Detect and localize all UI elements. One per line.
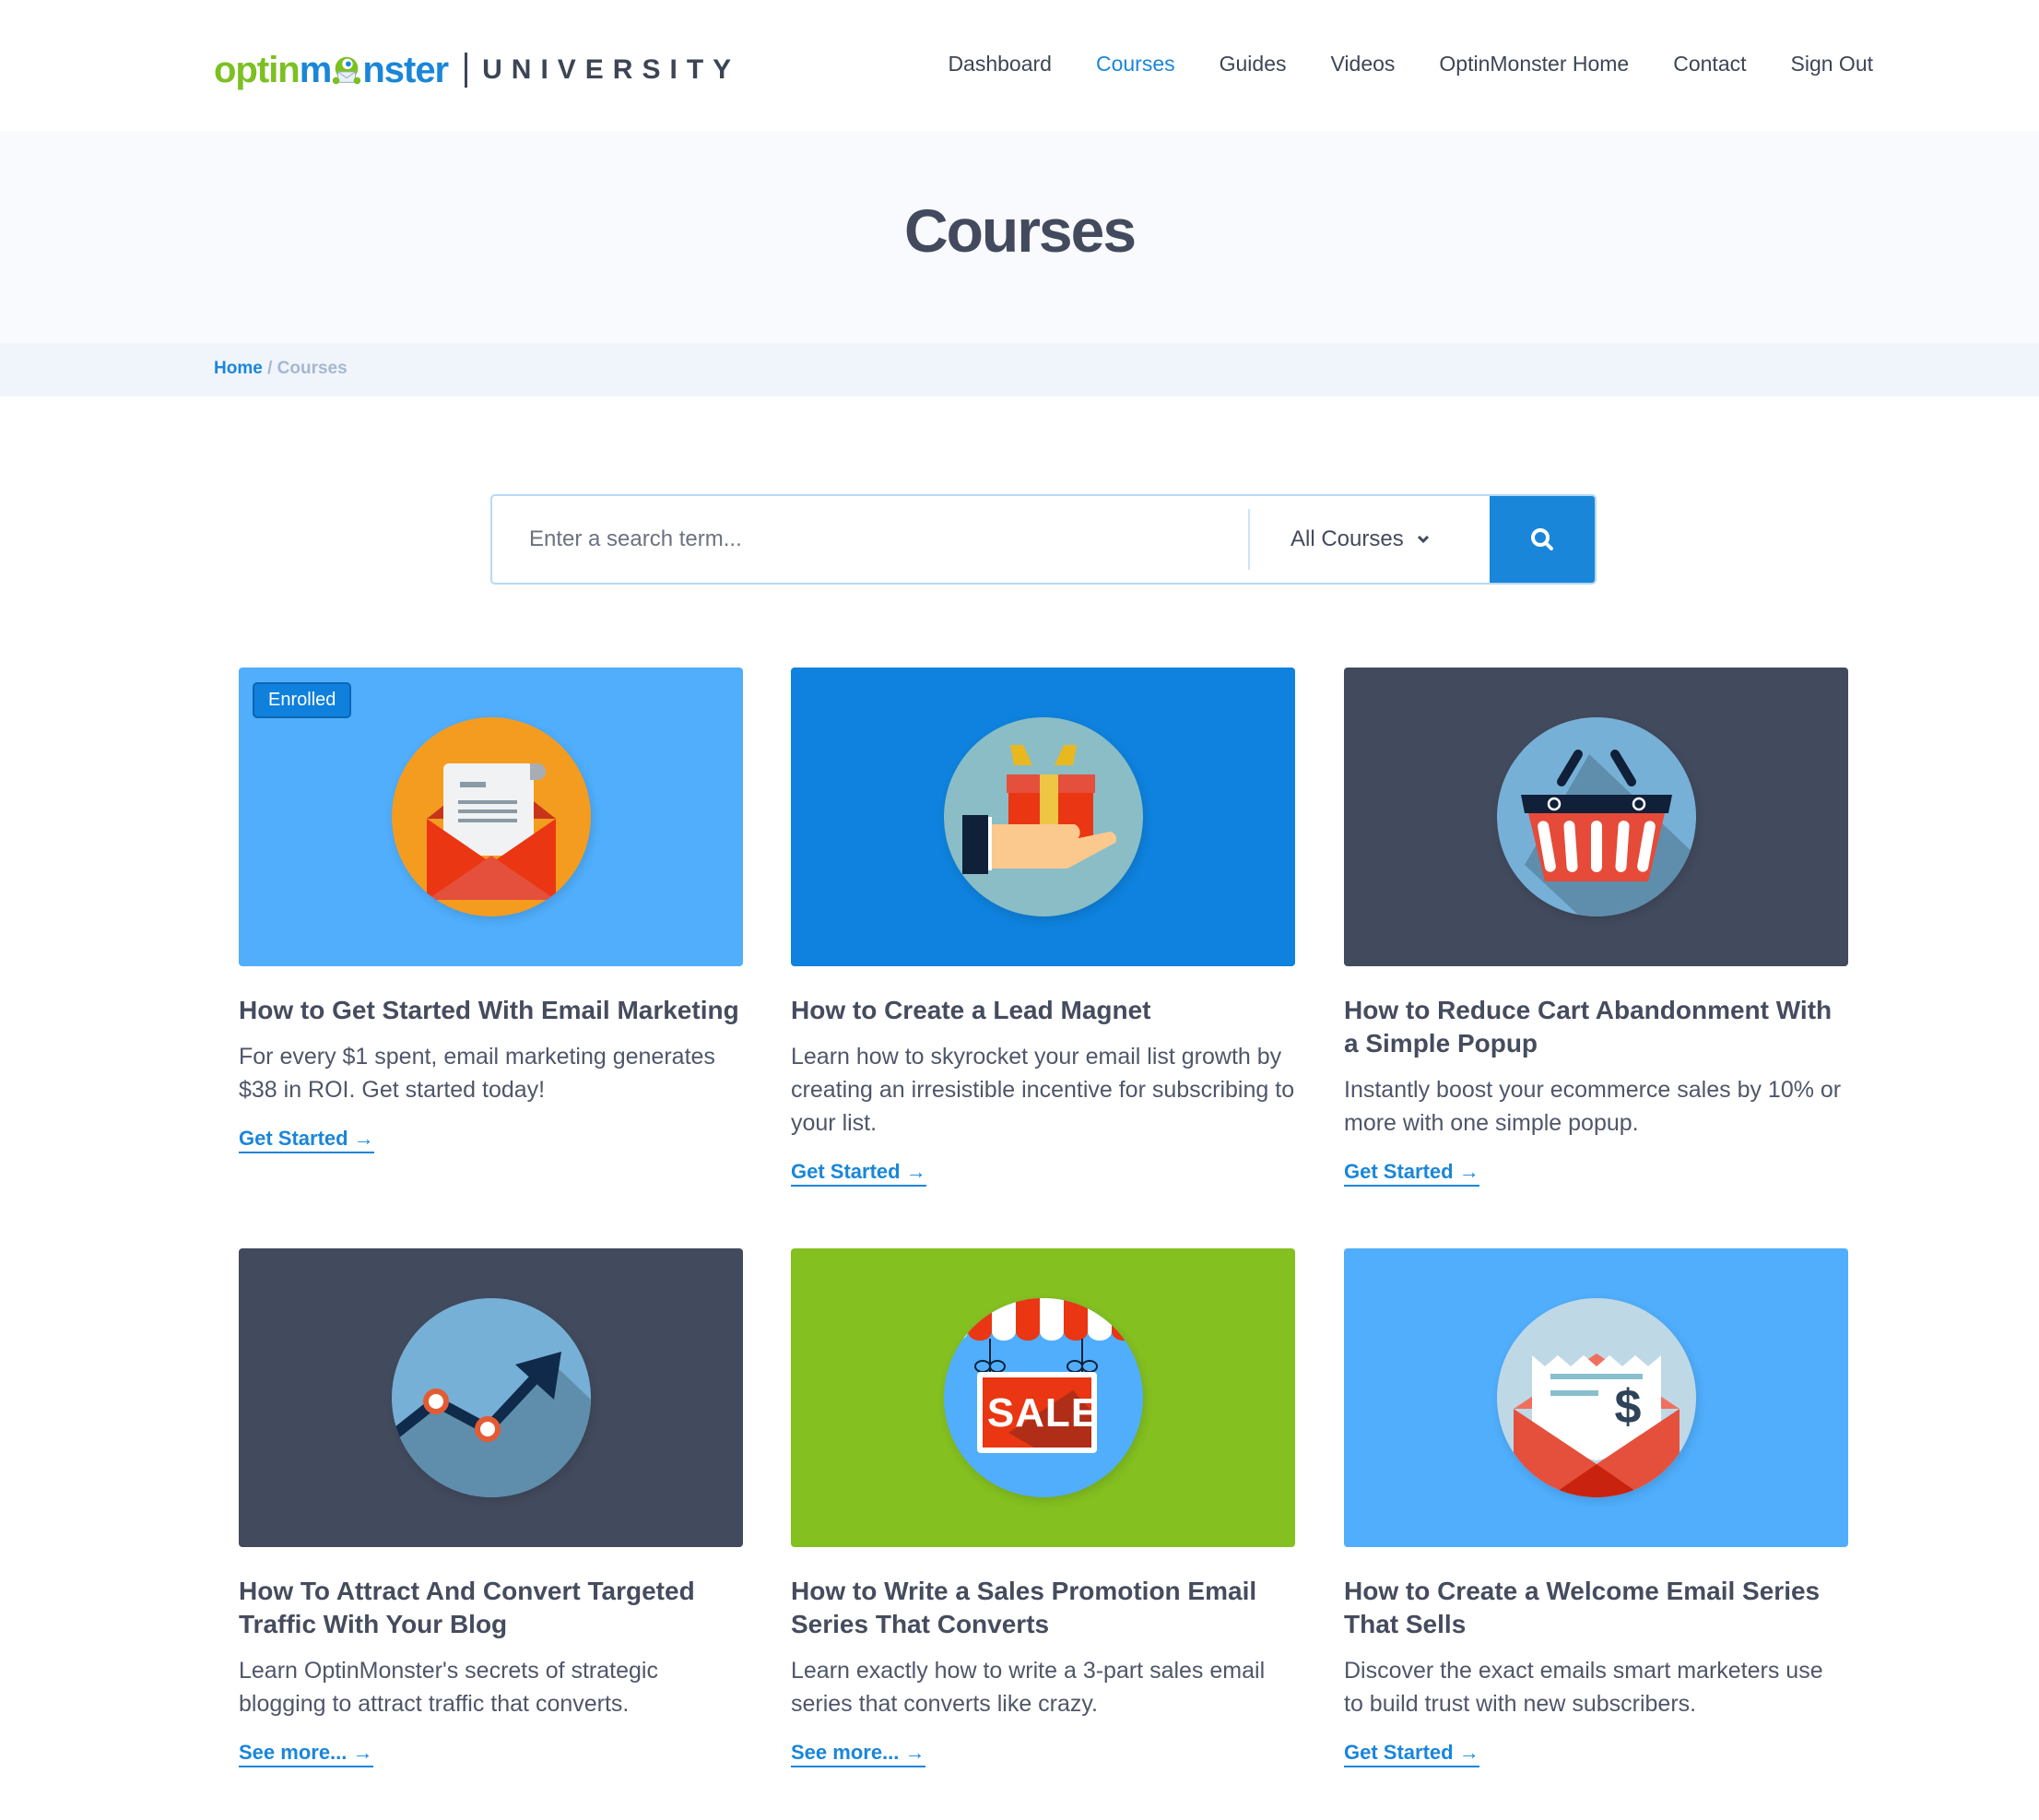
open-envelope-letter-icon: [391, 717, 591, 916]
course-description: Learn exactly how to write a 3-part sale…: [791, 1658, 1266, 1717]
course-description: Instantly boost your ecommerce sales by …: [1344, 1077, 1842, 1136]
enrolled-badge: Enrolled: [253, 682, 352, 718]
search-submit-button[interactable]: [1490, 496, 1595, 583]
logo-divider: [465, 53, 468, 88]
nav-videos[interactable]: Videos: [1331, 52, 1396, 77]
dollar-sign-text: $: [1614, 1380, 1642, 1434]
course-title[interactable]: How To Attract And Convert Targeted Traf…: [239, 1575, 743, 1641]
search-input[interactable]: [492, 496, 1248, 583]
course-image[interactable]: Enrolled: [239, 668, 743, 966]
site-header: optin m nster UNIVERSITY Dashboard Cours…: [0, 0, 2039, 131]
course-image[interactable]: $: [1344, 1248, 1848, 1547]
nav-sign-out[interactable]: Sign Out: [1791, 52, 1874, 77]
page-hero: Courses: [0, 131, 2039, 343]
envelope-receipt-dollar-icon: $: [1496, 1298, 1696, 1497]
nav-courses[interactable]: Courses: [1096, 52, 1175, 77]
course-card: Enrolled How to Get Started With Email M…: [239, 668, 743, 1153]
course-title[interactable]: How to Create a Lead Magnet: [791, 994, 1295, 1027]
logo-university-text: UNIVERSITY: [482, 54, 741, 85]
search-icon: [1531, 528, 1553, 550]
course-description: For every $1 spent, email marketing gene…: [239, 1044, 715, 1103]
breadcrumb: Home / Courses: [0, 343, 2039, 396]
get-started-link[interactable]: Get Started →: [1344, 1741, 1479, 1767]
course-title[interactable]: How to Create a Welcome Email Series Tha…: [1344, 1575, 1848, 1641]
course-title[interactable]: How to Write a Sales Promotion Email Ser…: [791, 1575, 1295, 1641]
course-description: Learn how to skyrocket your email list g…: [791, 1044, 1295, 1136]
optinmonster-university-logo[interactable]: optin m nster UNIVERSITY: [214, 46, 740, 94]
monster-mascot-icon: [329, 53, 364, 88]
breadcrumb-current: Courses: [277, 359, 348, 378]
hand-gift-icon: [943, 717, 1143, 916]
course-filter-select[interactable]: All Courses: [1250, 496, 1490, 583]
logo-optin-text: optin: [214, 49, 301, 90]
logo-monster-text: m nster: [299, 49, 449, 91]
course-description: Learn OptinMonster's secrets of strategi…: [239, 1658, 658, 1717]
breadcrumb-separator: /: [262, 359, 277, 378]
course-card: How to Reduce Cart Abandonment With a Si…: [1344, 668, 1848, 1187]
course-description: Discover the exact emails smart marketer…: [1344, 1658, 1823, 1717]
course-card: How to Create a Lead Magnet Learn how to…: [791, 668, 1295, 1187]
course-card: How To Attract And Convert Targeted Traf…: [239, 1248, 743, 1767]
nav-dashboard[interactable]: Dashboard: [948, 52, 1052, 77]
chevron-down-icon: [1417, 535, 1429, 544]
get-started-link[interactable]: Get Started →: [791, 1160, 926, 1187]
logo-monster-post: nster: [362, 49, 449, 90]
see-more-link[interactable]: See more... →: [239, 1741, 373, 1767]
sale-sign-text: SALE: [986, 1390, 1100, 1436]
trend-arrow-chart-icon: [391, 1298, 591, 1497]
course-filter-value: All Courses: [1291, 526, 1404, 551]
course-card: SALE How to Write a Sales Promotion Emai…: [791, 1248, 1295, 1767]
see-more-link[interactable]: See more... →: [791, 1741, 925, 1767]
course-image[interactable]: [1344, 668, 1848, 966]
get-started-link[interactable]: Get Started →: [1344, 1160, 1479, 1187]
nav-optinmonster-home[interactable]: OptinMonster Home: [1439, 52, 1629, 77]
main-nav: Dashboard Courses Guides Videos OptinMon…: [903, 52, 1873, 77]
sale-sign-icon: SALE: [943, 1298, 1143, 1497]
nav-guides[interactable]: Guides: [1220, 52, 1287, 77]
course-card: $ How to Create a Welcome Email Series T…: [1344, 1248, 1848, 1767]
get-started-link[interactable]: Get Started →: [239, 1127, 374, 1153]
course-title[interactable]: How to Reduce Cart Abandonment With a Si…: [1344, 994, 1848, 1060]
course-search-form: All Courses: [490, 494, 1597, 585]
logo-monster-pre: m: [299, 49, 333, 90]
course-image[interactable]: SALE: [791, 1248, 1295, 1547]
page-title: Courses: [903, 196, 1137, 265]
course-image[interactable]: [239, 1248, 743, 1547]
course-image[interactable]: [791, 668, 1295, 966]
shopping-basket-icon: [1496, 717, 1696, 916]
breadcrumb-home-link[interactable]: Home: [214, 359, 263, 378]
course-title[interactable]: How to Get Started With Email Marketing: [239, 994, 743, 1027]
nav-contact[interactable]: Contact: [1673, 52, 1746, 77]
